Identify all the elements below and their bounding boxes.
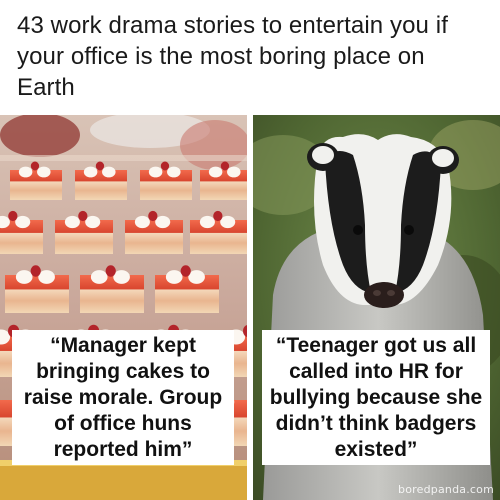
left-caption: “Manager kept bringing cakes to raise mo… xyxy=(12,330,234,465)
left-panel: “Manager kept bringing cakes to raise mo… xyxy=(0,115,247,500)
watermark: boredpanda.com xyxy=(398,483,494,496)
right-caption: “Teenager got us all called into HR for … xyxy=(262,330,490,465)
page: 43 work drama stories to entertain you i… xyxy=(0,0,500,500)
right-panel: “Teenager got us all called into HR for … xyxy=(253,115,500,500)
headline: 43 work drama stories to entertain you i… xyxy=(17,12,448,101)
